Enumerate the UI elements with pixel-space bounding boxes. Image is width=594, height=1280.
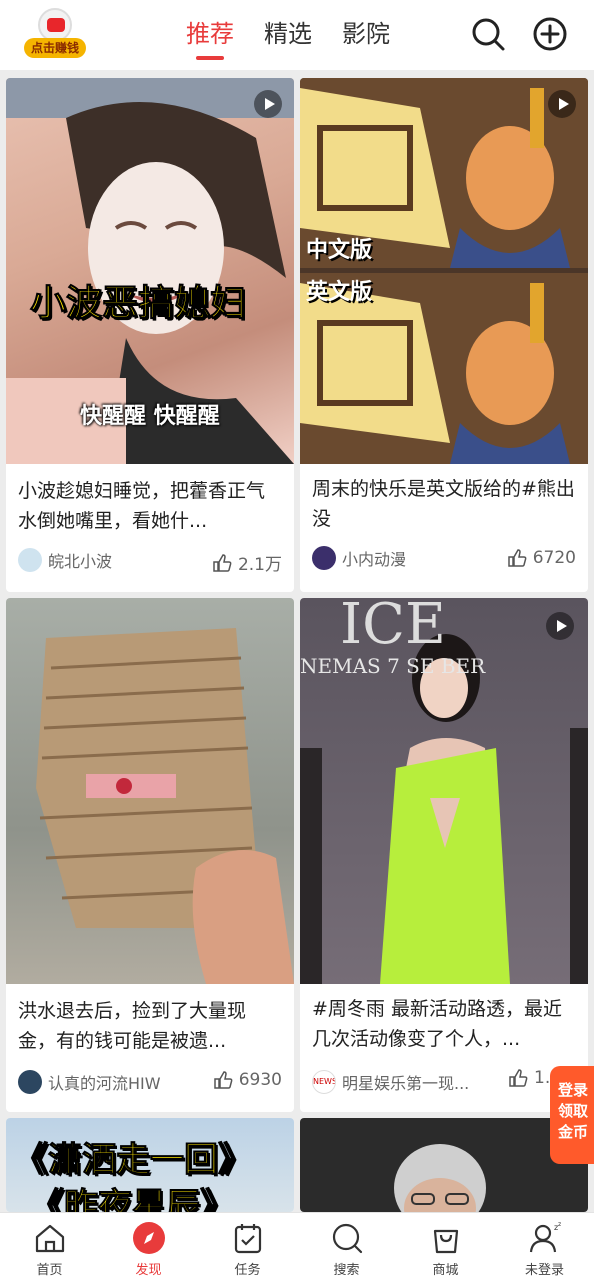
thumbs-up-icon bbox=[213, 553, 232, 572]
home-icon bbox=[35, 1224, 64, 1253]
video-card[interactable]: 小波恶搞媳妇 快醒醒 快醒醒 小波趁媳妇睡觉，把藿香正气水倒她嘴里，看她什...… bbox=[6, 78, 294, 592]
overlay-title-line2: 《昨夜星辰》 bbox=[30, 1186, 235, 1213]
user-icon: z z bbox=[529, 1221, 561, 1253]
video-thumbnail: 小波恶搞媳妇 快醒醒 快醒醒 bbox=[6, 78, 294, 464]
like-button[interactable]: 6720 bbox=[507, 548, 576, 568]
svg-text:z: z bbox=[558, 1221, 561, 1228]
thumbs-up-icon bbox=[509, 1069, 528, 1087]
overlay-label-english: 英文版 bbox=[306, 280, 373, 305]
nav-home-label: 首页 bbox=[36, 1263, 63, 1278]
nav-profile-label: 未登录 bbox=[524, 1263, 564, 1278]
thumbnail-photo bbox=[36, 628, 294, 984]
author[interactable]: 皖北小波 bbox=[18, 548, 112, 572]
like-button[interactable]: 6930 bbox=[213, 1070, 282, 1090]
video-thumbnail: 《潇洒走一回》 《昨夜星辰》 bbox=[6, 1118, 294, 1212]
author-name: 明星娱乐第一现... bbox=[342, 1074, 470, 1093]
login-line-3: 金币 bbox=[558, 1123, 589, 1141]
author-avatar bbox=[18, 548, 42, 572]
overlay-title: 小波恶搞媳妇 bbox=[29, 283, 247, 325]
earn-coins-label: 点击赚钱 bbox=[24, 38, 86, 58]
video-caption[interactable]: 小波趁媳妇睡觉，把藿香正气水倒她嘴里，看她什... bbox=[18, 476, 282, 536]
add-icon[interactable] bbox=[532, 16, 568, 52]
login-reward-button[interactable]: 登录 领取 金币 bbox=[550, 1066, 594, 1164]
login-line-2: 领取 bbox=[558, 1102, 589, 1120]
top-header: 点击赚钱 推荐 精选 影院 bbox=[0, 0, 594, 70]
video-thumbnail bbox=[300, 1118, 588, 1212]
video-card[interactable]: ICE NEMAS 7 SE BER #周冬雨 最新活动路透，最近几次活动像变了… bbox=[300, 598, 588, 1112]
search-icon bbox=[332, 1223, 362, 1254]
overlay-subtitle: 快醒醒 快醒醒 bbox=[80, 404, 220, 429]
task-icon bbox=[234, 1224, 261, 1254]
overlay-title-line1: 《潇洒走一回》 bbox=[14, 1140, 253, 1181]
video-card[interactable]: 洪水退去后，捡到了大量现金，有的钱可能是被遗... 认真的河流HIW 6930 bbox=[6, 598, 294, 1112]
backdrop-text: NEMAS 7 SE BER bbox=[300, 654, 486, 678]
play-icon bbox=[254, 90, 282, 118]
compass-icon bbox=[132, 1222, 165, 1254]
author-avatar: NEWS bbox=[312, 1070, 336, 1094]
author[interactable]: 认真的河流HIW bbox=[18, 1070, 161, 1094]
search-icon[interactable] bbox=[470, 16, 506, 52]
bottom-navigation: 首页 发现 任务 搜索 商城 z z 未登录 bbox=[0, 1212, 594, 1280]
video-card[interactable]: 中文版 英文版 周末的快乐是英文版给的#熊出没 小内动漫 6720 bbox=[300, 78, 588, 592]
red-envelope-icon bbox=[38, 8, 72, 42]
shopping-bag-icon bbox=[433, 1229, 458, 1254]
like-count: 6930 bbox=[238, 1070, 282, 1090]
video-card[interactable]: 《潇洒走一回》 《昨夜星辰》 bbox=[6, 1118, 294, 1212]
backdrop-logo: ICE bbox=[340, 598, 446, 657]
play-icon bbox=[546, 612, 574, 640]
nav-profile[interactable]: z z 未登录 bbox=[495, 1213, 594, 1280]
nav-tasks[interactable]: 任务 bbox=[198, 1213, 297, 1280]
author-avatar bbox=[312, 546, 336, 570]
login-line-1: 登录 bbox=[558, 1081, 589, 1099]
video-card[interactable] bbox=[300, 1118, 588, 1212]
tab-featured[interactable]: 精选 bbox=[264, 16, 312, 56]
video-caption[interactable]: #周冬雨 最新活动路透，最近几次活动像变了个人，... bbox=[312, 994, 576, 1054]
nav-mall-label: 商城 bbox=[432, 1263, 459, 1278]
author-name: 小内动漫 bbox=[342, 550, 407, 569]
video-thumbnail bbox=[6, 598, 294, 984]
nav-discover-label: 发现 bbox=[135, 1263, 162, 1278]
play-icon bbox=[548, 90, 576, 118]
video-caption[interactable]: 周末的快乐是英文版给的#熊出没 bbox=[312, 474, 576, 534]
author-name: 皖北小波 bbox=[48, 552, 113, 571]
thumbs-up-icon bbox=[213, 1071, 233, 1089]
thumbnail-photo bbox=[394, 1144, 486, 1212]
video-caption[interactable]: 洪水退去后，捡到了大量现金，有的钱可能是被遗... bbox=[18, 996, 282, 1056]
nav-mall[interactable]: 商城 bbox=[396, 1213, 495, 1280]
like-count: 1. bbox=[534, 1068, 551, 1088]
author-avatar bbox=[18, 1070, 42, 1094]
thumbs-up-icon bbox=[507, 549, 527, 567]
nav-home[interactable]: 首页 bbox=[0, 1213, 99, 1280]
author[interactable]: 小内动漫 bbox=[312, 546, 406, 570]
overlay-label-chinese: 中文版 bbox=[306, 238, 373, 263]
like-count: 6720 bbox=[532, 548, 576, 568]
nav-search[interactable]: 搜索 bbox=[297, 1213, 396, 1280]
tab-recommend[interactable]: 推荐 bbox=[186, 16, 234, 60]
earn-coins-button[interactable]: 点击赚钱 bbox=[24, 8, 86, 62]
author-name: 认真的河流HIW bbox=[48, 1074, 161, 1093]
video-thumbnail: ICE NEMAS 7 SE BER bbox=[300, 598, 588, 984]
top-tabs: 推荐 精选 影院 bbox=[186, 16, 390, 60]
video-thumbnail: 中文版 英文版 bbox=[300, 78, 588, 464]
author[interactable]: NEWS 明星娱乐第一现... bbox=[312, 1070, 469, 1094]
tab-cinema[interactable]: 影院 bbox=[342, 16, 390, 56]
nav-discover[interactable]: 发现 bbox=[99, 1213, 198, 1280]
like-button[interactable]: 2.1万 bbox=[212, 550, 282, 575]
thumbnail-photo bbox=[300, 78, 588, 464]
nav-search-label: 搜索 bbox=[333, 1263, 360, 1278]
like-button[interactable]: 1. bbox=[508, 1068, 550, 1088]
nav-tasks-label: 任务 bbox=[234, 1263, 261, 1278]
like-count: 2.1万 bbox=[237, 555, 282, 575]
